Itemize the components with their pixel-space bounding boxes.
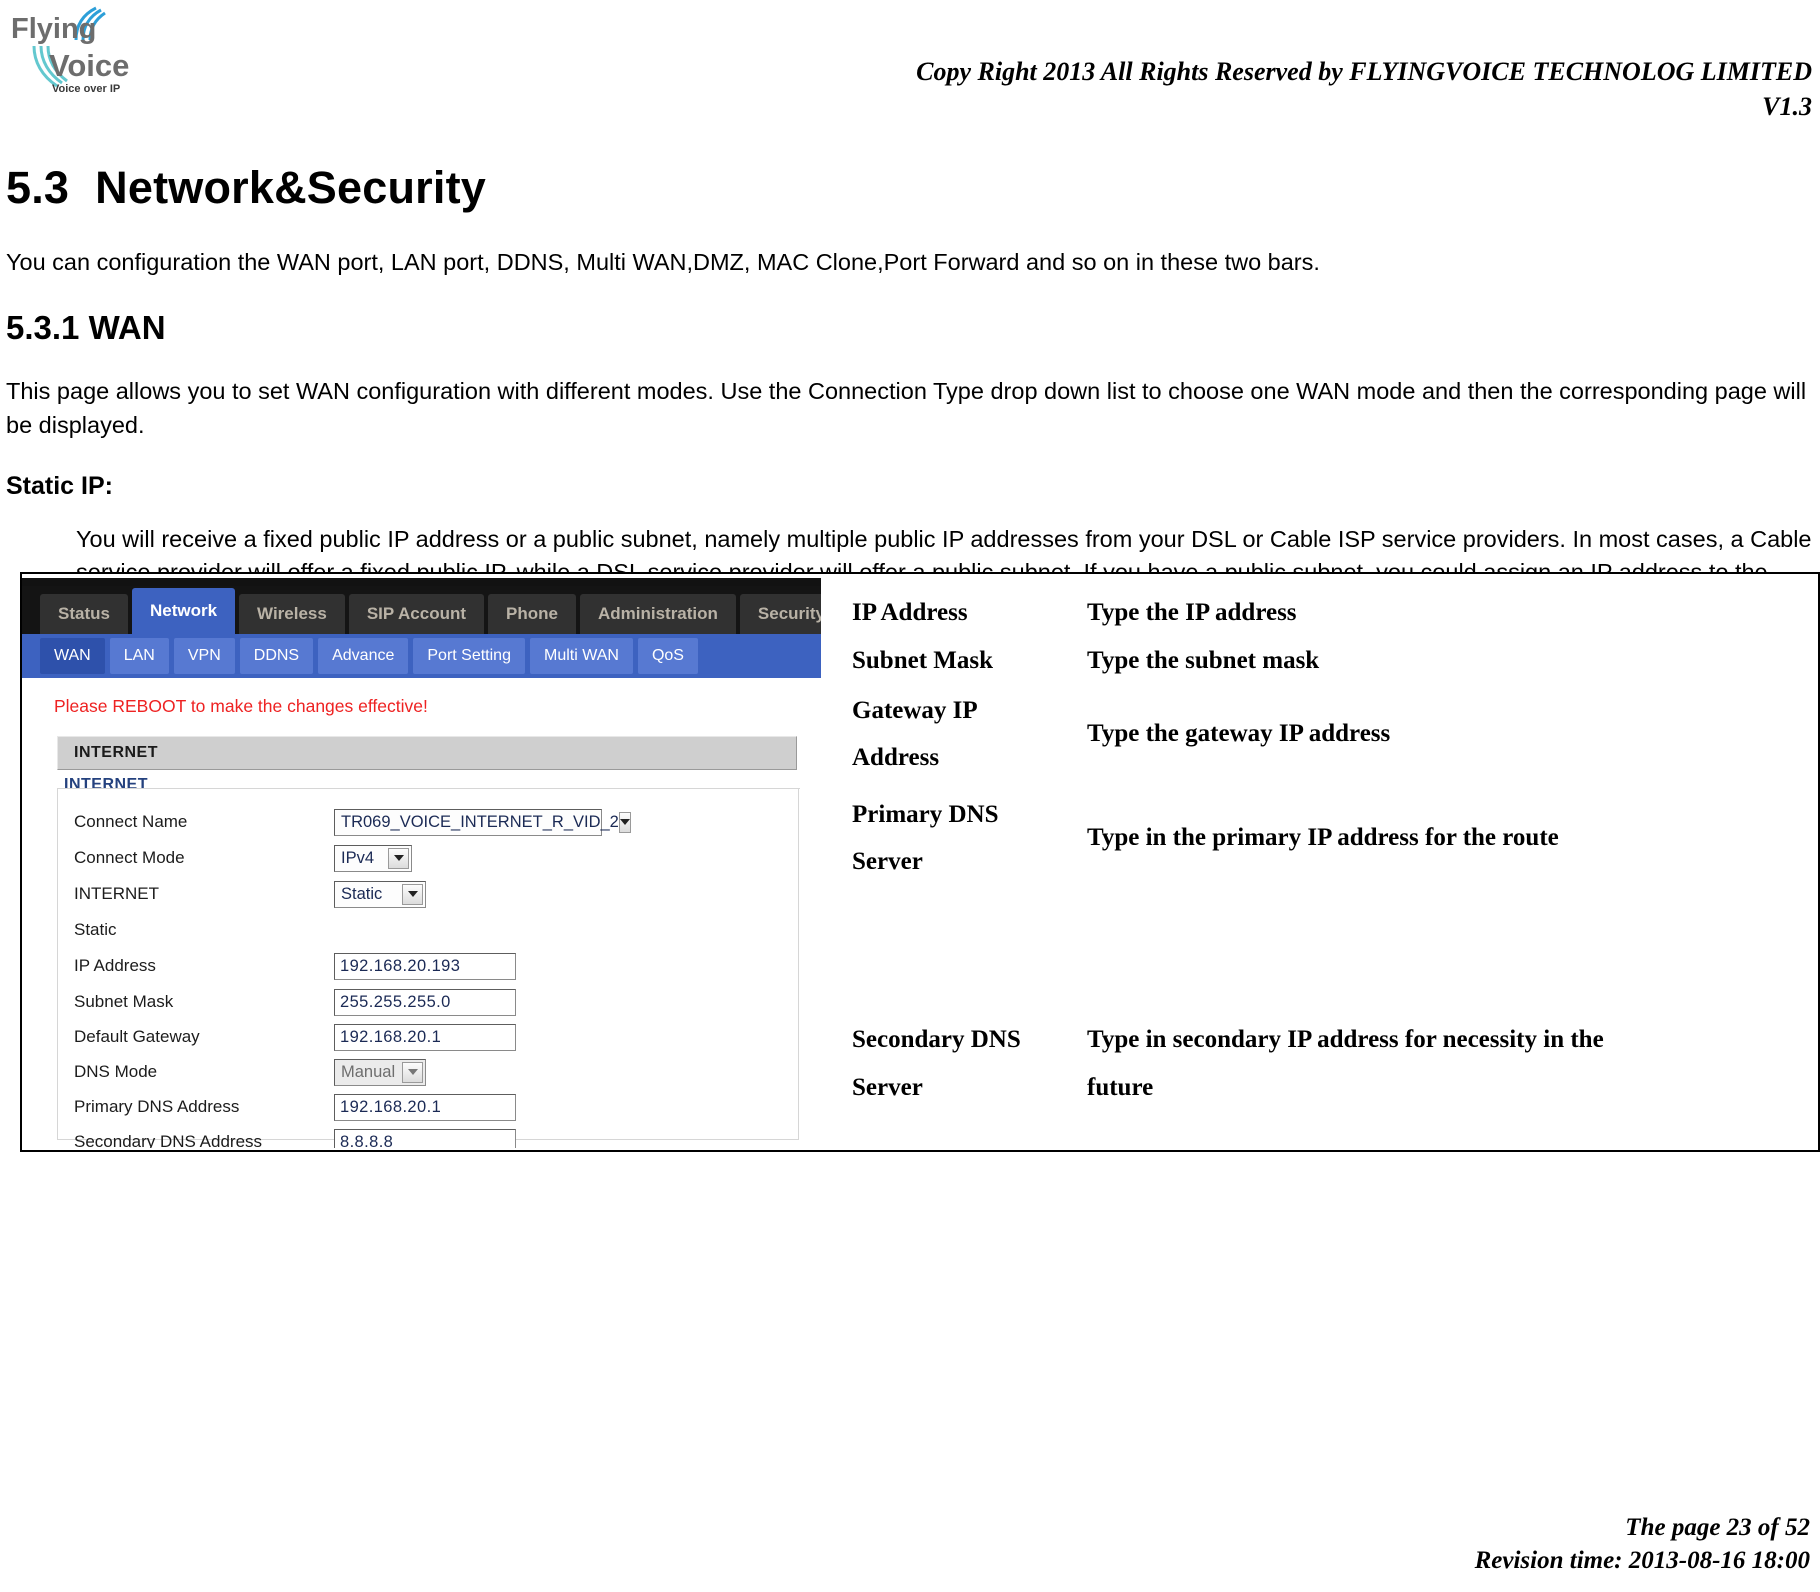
connect-mode-label: Connect Mode xyxy=(74,848,185,867)
tab-network[interactable]: Network xyxy=(131,588,236,634)
chevron-down-icon[interactable] xyxy=(402,883,423,905)
chevron-down-icon[interactable] xyxy=(618,811,631,833)
desc-def-gateway-ip: Type the gateway IP address xyxy=(1087,720,1391,747)
field-row-default-gateway: Default Gateway 192.168.20.1 xyxy=(74,1021,774,1053)
field-row-ip-address: IP Address 192.168.20.193 xyxy=(74,950,774,982)
static-group-label: Static xyxy=(74,920,117,939)
desc-term-secondary-dns-line2: Server xyxy=(852,1074,923,1101)
secondary-dns-label: Secondary DNS Address xyxy=(74,1132,263,1148)
desc-def-ip-address: Type the IP address xyxy=(1087,599,1297,626)
field-row-secondary-dns: Secondary DNS Address 8.8.8.8 xyxy=(74,1126,774,1148)
router-top-strip xyxy=(22,578,821,586)
page-footer: The page 23 of 52 Revision time: 2013-08… xyxy=(1475,1511,1810,1579)
table-row-cont: Server future xyxy=(852,1069,1812,1108)
sub-navigation-tabs[interactable]: WAN LAN VPN DDNS Advance Port Setting Mu… xyxy=(22,634,821,678)
secondary-dns-input[interactable]: 8.8.8.8 xyxy=(334,1128,516,1148)
table-row-cont: Address Type the gateway IP address xyxy=(852,720,1812,778)
ip-address-label: IP Address xyxy=(74,956,156,975)
intro-paragraph: You can configuration the WAN port, LAN … xyxy=(6,249,1320,275)
subtab-qos[interactable]: QoS xyxy=(637,638,698,674)
desc-term-secondary-dns: Secondary DNS xyxy=(852,1026,1021,1053)
field-row-subnet-mask: Subnet Mask 255.255.255.0 xyxy=(74,986,774,1018)
copyright-text: Copy Right 2013 All Rights Reserved by F… xyxy=(916,57,1812,86)
tab-wireless[interactable]: Wireless xyxy=(239,594,345,634)
svg-text:Voice: Voice xyxy=(49,48,129,83)
internet-type-label: INTERNET xyxy=(74,884,159,903)
tab-phone[interactable]: Phone xyxy=(488,594,576,634)
field-row-connect-name: Connect Name TR069_VOICE_INTERNET_R_VID_… xyxy=(74,806,774,838)
version-text: V1.3 xyxy=(1762,92,1812,122)
chevron-down-icon[interactable] xyxy=(388,847,409,869)
desc-term-primary-dns: Primary DNS xyxy=(852,801,999,828)
svg-text:Voice over IP: Voice over IP xyxy=(52,83,120,95)
subtab-lan[interactable]: LAN xyxy=(109,638,169,674)
subtab-advance[interactable]: Advance xyxy=(318,638,409,674)
connect-name-value: TR069_VOICE_INTERNET_R_VID_2 xyxy=(341,812,619,831)
section-number: 5.3 xyxy=(6,162,70,213)
subsection-paragraph: This page allows you to set WAN configur… xyxy=(6,378,1807,438)
table-row: Subnet Mask Type the subnet mask xyxy=(852,642,1812,681)
connect-mode-select[interactable]: IPv4 xyxy=(334,844,412,872)
flyingvoice-logo: Flying Voice Voice over IP xyxy=(10,6,140,98)
field-description-table: IP Address Type the IP address Subnet Ma… xyxy=(852,584,1812,1144)
field-row-primary-dns: Primary DNS Address 192.168.20.1 xyxy=(74,1091,774,1123)
connect-name-label: Connect Name xyxy=(74,812,188,831)
dns-mode-label: DNS Mode xyxy=(74,1062,158,1081)
subnet-mask-label: Subnet Mask xyxy=(74,992,174,1011)
default-gateway-input[interactable]: 192.168.20.1 xyxy=(334,1023,516,1051)
subtab-vpn[interactable]: VPN xyxy=(173,638,235,674)
tab-status[interactable]: Status xyxy=(40,594,128,634)
primary-dns-input[interactable]: 192.168.20.1 xyxy=(334,1093,516,1121)
desc-def-secondary-dns: Type in secondary IP address for necessi… xyxy=(1087,1026,1604,1053)
connect-name-select[interactable]: TR069_VOICE_INTERNET_R_VID_2 xyxy=(334,808,631,836)
subtab-multi-wan[interactable]: Multi WAN xyxy=(529,638,633,674)
section-title: Network&Security xyxy=(95,162,486,213)
subtab-wan[interactable]: WAN xyxy=(40,638,105,674)
tab-sip-account[interactable]: SIP Account xyxy=(348,594,485,634)
dns-mode-select[interactable]: Manual xyxy=(334,1058,426,1086)
static-ip-heading: Static IP: xyxy=(6,472,113,501)
figure-block: Status Network Wireless SIP Account Phon… xyxy=(20,572,1820,1152)
header-copyright-block: Copy Right 2013 All Rights Reserved by F… xyxy=(632,54,1812,124)
desc-def-subnet-mask: Type the subnet mask xyxy=(1087,647,1320,674)
connect-mode-value: IPv4 xyxy=(341,848,375,867)
subnet-mask-input[interactable]: 255.255.255.0 xyxy=(334,988,516,1016)
table-row: IP Address Type the IP address xyxy=(852,594,1812,633)
document-content: 5.3 Network&Security You can configurati… xyxy=(0,162,1820,623)
footer-revision-time: Revision time: 2013-08-16 18:00 xyxy=(1474,1547,1810,1575)
desc-term-gateway-ip: Gateway IP xyxy=(852,697,978,724)
main-navigation-tabs[interactable]: Status Network Wireless SIP Account Phon… xyxy=(22,586,821,634)
ip-address-input[interactable]: 192.168.20.193 xyxy=(334,952,516,980)
footer-page-number: The page 23 of 52 xyxy=(1625,1513,1810,1541)
default-gateway-label: Default Gateway xyxy=(74,1027,200,1046)
page-title: 5.3 Network&Security xyxy=(6,162,1814,214)
tab-security[interactable]: Security xyxy=(739,594,821,634)
svg-text:Flying: Flying xyxy=(11,13,96,45)
primary-dns-label: Primary DNS Address xyxy=(74,1097,240,1116)
subtab-ddns[interactable]: DDNS xyxy=(239,638,314,674)
desc-term-primary-dns-line2: Server xyxy=(852,848,923,875)
internet-type-value: Static xyxy=(341,884,383,903)
internet-type-select[interactable]: Static xyxy=(334,880,426,908)
chevron-down-icon[interactable] xyxy=(402,1061,423,1083)
reboot-warning-message: Please REBOOT to make the changes effect… xyxy=(54,696,428,716)
dns-mode-value: Manual xyxy=(341,1062,396,1081)
subtab-port-setting[interactable]: Port Setting xyxy=(413,638,525,674)
desc-def-secondary-dns-line2: future xyxy=(1087,1074,1154,1101)
field-row-internet-type: INTERNET Static xyxy=(74,878,774,910)
panel-header-internet: INTERNET xyxy=(57,736,797,770)
subsection-title: 5.3.1 WAN xyxy=(6,309,166,347)
desc-def-primary-dns: Type in the primary IP address for the r… xyxy=(1087,824,1559,851)
field-row-dns-mode: DNS Mode Manual xyxy=(74,1056,774,1088)
tab-administration[interactable]: Administration xyxy=(579,594,736,634)
page-header: Flying Voice Voice over IP Copy Right 20… xyxy=(0,0,1820,140)
router-web-ui-screenshot: Status Network Wireless SIP Account Phon… xyxy=(22,578,822,1148)
field-row-connect-mode: Connect Mode IPv4 xyxy=(74,842,774,874)
desc-term-ip-address: IP Address xyxy=(852,599,968,626)
table-row: Secondary DNS Type in secondary IP addre… xyxy=(852,1021,1812,1060)
desc-term-subnet-mask: Subnet Mask xyxy=(852,647,994,674)
table-row-cont: Server Type in the primary IP address fo… xyxy=(852,824,1812,882)
desc-term-gateway-ip-line2: Address xyxy=(852,744,940,771)
